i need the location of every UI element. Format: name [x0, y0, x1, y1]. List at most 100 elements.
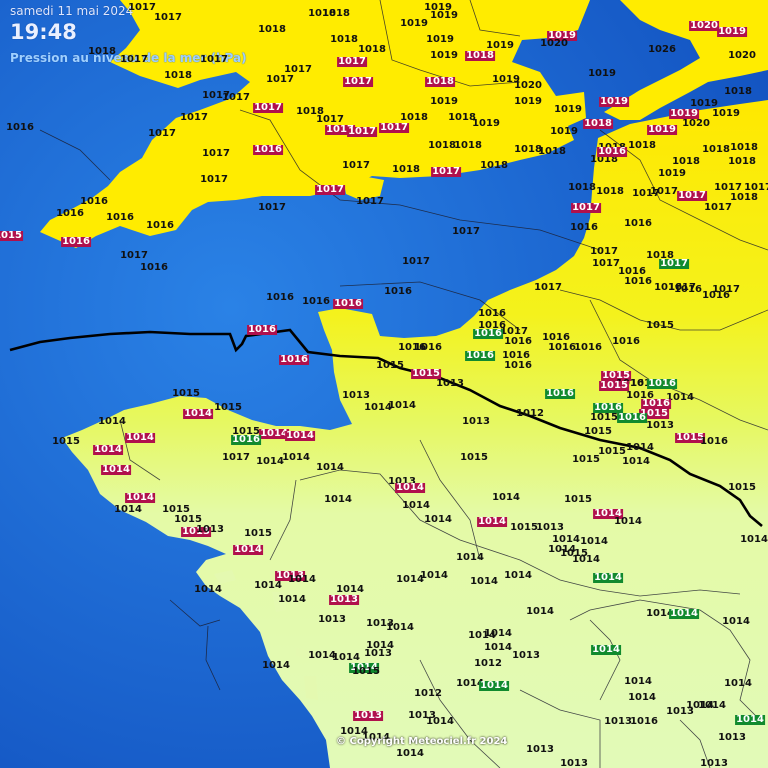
- pressure-station-label: 1019: [658, 168, 686, 179]
- pressure-station-label: 1019: [717, 26, 747, 37]
- pressure-station-label: 1015: [52, 436, 80, 447]
- pressure-station-label: 1017: [704, 202, 732, 213]
- pressure-station-label: 1016: [504, 336, 532, 347]
- copyright-notice: © Copyright Meteociel.fr 2024: [336, 736, 508, 747]
- pressure-station-label: 1016: [80, 196, 108, 207]
- pressure-station-label: 1015: [0, 231, 23, 241]
- pressure-station-label: 1017: [253, 102, 283, 113]
- date-label: samedi 11 mai 2024: [10, 4, 134, 18]
- pressure-station-label: 1013: [364, 648, 392, 659]
- pressure-station-label: 1016: [247, 324, 277, 335]
- pressure-station-label: 1014: [388, 400, 416, 411]
- pressure-station-label: 1016: [231, 434, 261, 445]
- pressure-station-label: 1019: [486, 40, 514, 51]
- pressure-station-label: 1015: [460, 452, 488, 463]
- pressure-station-label: 1014: [194, 584, 222, 595]
- pressure-station-label: 1018: [330, 34, 358, 45]
- pressure-station-label: 1016: [702, 290, 730, 301]
- pressure-station-label: 1014: [572, 554, 600, 565]
- pressure-station-label: 1015: [376, 360, 404, 371]
- pressure-station-label: 1018: [628, 140, 656, 151]
- pressure-station-label: 1017: [659, 258, 689, 269]
- pressure-station-label: 1014: [114, 504, 142, 515]
- pressure-station-label: 1018: [724, 86, 752, 97]
- pressure-station-label: 1015: [244, 528, 272, 539]
- pressure-station-label: 1016: [253, 144, 283, 155]
- pressure-station-label: 1015: [728, 482, 756, 493]
- pressure-station-label: 1014: [626, 442, 654, 453]
- pressure-station-label: 1014: [424, 514, 452, 525]
- pressure-station-label: 1014: [98, 416, 126, 427]
- pressure-station-label: 1016: [279, 354, 309, 365]
- pressure-station-label: 1012: [414, 688, 442, 699]
- pressure-station-label: 1016: [624, 218, 652, 229]
- pressure-station-label: 1017: [222, 452, 250, 463]
- pressure-station-label: 1014: [622, 456, 650, 467]
- pressure-station-label: 1013: [536, 522, 564, 533]
- pressure-station-label: 1017: [128, 2, 156, 13]
- pressure-station-label: 1014: [262, 660, 290, 671]
- pressure-station-label: 1017: [154, 12, 182, 23]
- pressure-station-label: 1016: [624, 276, 652, 287]
- pressure-station-label: 1015: [172, 388, 200, 399]
- pressure-station-label: 1016: [302, 296, 330, 307]
- pressure-station-label: 1016: [333, 298, 363, 309]
- pressure-station-label: 1016: [6, 122, 34, 133]
- pressure-station-label: 1013: [526, 744, 554, 755]
- pressure-station-label: 1016: [597, 146, 627, 157]
- pressure-station-label: 1018: [568, 182, 596, 193]
- pressure-station-label: 1014: [624, 676, 652, 687]
- pressure-station-label: 1015: [599, 380, 629, 391]
- pressure-station-label: 1017: [402, 256, 430, 267]
- pressure-station-label: 1018: [465, 50, 495, 61]
- pressure-station-label: 1014: [282, 452, 310, 463]
- pressure-station-label: 1013: [462, 416, 490, 427]
- pressure-map: samedi 11 mai 2024 19:48 Pression au niv…: [0, 0, 768, 768]
- pressure-station-label: 1019: [430, 96, 458, 107]
- pressure-station-label: 1016: [414, 342, 442, 353]
- pressure-station-label: 1017: [342, 160, 370, 171]
- pressure-station-label: 1014: [395, 482, 425, 493]
- pressure-station-label: 1019: [550, 126, 578, 137]
- pressure-station-label: 1016: [478, 308, 506, 319]
- pressure-station-label: 1018: [702, 144, 730, 155]
- pressure-station-label: 1016: [674, 284, 702, 295]
- pressure-station-label: 1013: [342, 390, 370, 401]
- pressure-station-label: 1014: [628, 692, 656, 703]
- pressure-station-label: 1014: [93, 444, 123, 455]
- pressure-station-label: 1017: [148, 128, 176, 139]
- pressure-station-label: 1018: [730, 192, 758, 203]
- pressure-station-label: 1018: [583, 118, 613, 129]
- pressure-station-label: 1012: [516, 408, 544, 419]
- pressure-station-label: 1014: [470, 576, 498, 587]
- pressure-station-label: 1017: [258, 202, 286, 213]
- oleron: [304, 676, 318, 700]
- pressure-station-label: 1014: [484, 628, 512, 639]
- pressure-station-label: 1017: [534, 282, 562, 293]
- pressure-station-label: 1014: [386, 622, 414, 633]
- pressure-station-label: 1014: [316, 462, 344, 473]
- pressure-station-label: 1016: [61, 236, 91, 247]
- pressure-station-label: 1017: [431, 166, 461, 177]
- pressure-station-label: 1016: [465, 350, 495, 361]
- pressure-station-label: 1017: [315, 184, 345, 195]
- pressure-station-label: 1014: [233, 544, 263, 555]
- pressure-station-label: 1019: [472, 118, 500, 129]
- pressure-station-label: 1016: [266, 292, 294, 303]
- pressure-station-label: 1016: [384, 286, 412, 297]
- pressure-station-label: 1019: [430, 50, 458, 61]
- pressure-station-label: 1013: [329, 594, 359, 605]
- pressure-station-label: 1014: [426, 716, 454, 727]
- pressure-station-label: 1014: [722, 616, 750, 627]
- pressure-station-label: 1016: [700, 436, 728, 447]
- pressure-station-label: 1017: [343, 76, 373, 87]
- pressure-station-label: 1014: [492, 492, 520, 503]
- pressure-station-label: 1016: [647, 378, 677, 389]
- pressure-station-label: 1018: [258, 24, 286, 35]
- pressure-station-label: 1020: [514, 80, 542, 91]
- pressure-station-label: 1014: [324, 494, 352, 505]
- pressure-station-label: 1016: [504, 360, 532, 371]
- pressure-station-label: 1019: [430, 10, 458, 21]
- pressure-station-label: 1018: [322, 8, 350, 19]
- pressure-station-label: 1014: [285, 430, 315, 441]
